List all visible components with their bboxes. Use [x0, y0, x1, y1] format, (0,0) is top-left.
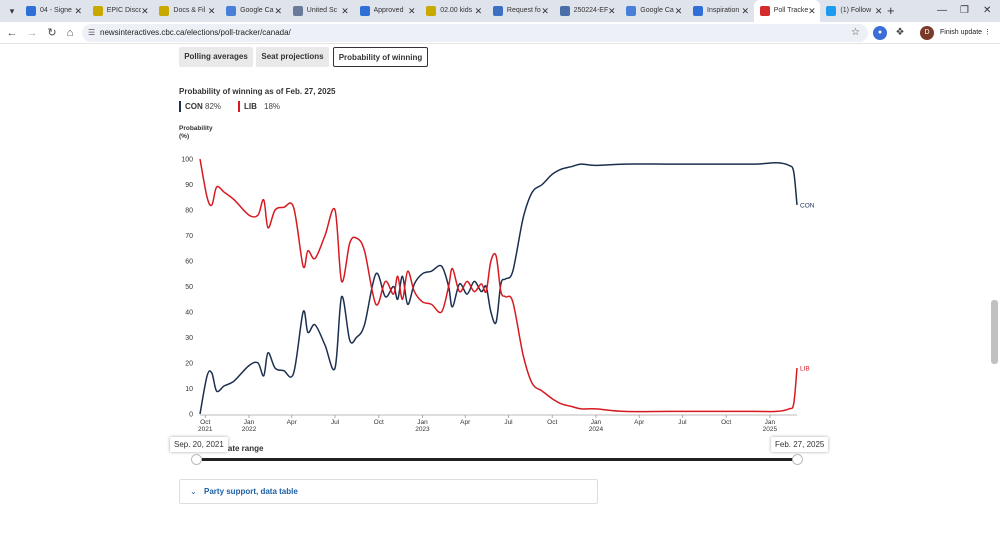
x-tick-label: Jul	[504, 419, 513, 426]
x-tick-label: Oct	[200, 419, 210, 426]
accordion-label: Party support, data table	[204, 487, 298, 496]
x-tick-year-label: 2023	[415, 426, 430, 433]
x-tick-label: Apr	[460, 419, 471, 426]
x-tick-label: Jul	[678, 419, 687, 426]
series-end-label-lib: LIB	[800, 366, 810, 373]
x-tick-label: Jul	[331, 419, 340, 426]
series-line-con	[199, 162, 798, 415]
date-range-label: date range	[223, 444, 264, 453]
range-end-handle[interactable]	[792, 454, 803, 465]
y-tick-label: 50	[185, 284, 193, 291]
y-tick-label: 70	[185, 233, 193, 240]
range-start-date: Sep. 20, 2021	[170, 437, 228, 452]
x-tick-label: Jan	[244, 419, 255, 426]
x-tick-label: Oct	[547, 419, 557, 426]
y-tick-label: 30	[185, 335, 193, 342]
x-tick-label: Oct	[721, 419, 731, 426]
y-tick-label: 10	[185, 386, 193, 393]
date-range-track[interactable]	[196, 458, 797, 461]
x-tick-year-label: 2021	[198, 426, 213, 433]
y-tick-label: 40	[185, 310, 193, 317]
y-tick-label: 0	[189, 412, 193, 419]
y-tick-label: 100	[181, 157, 193, 164]
y-tick-label: 90	[185, 182, 193, 189]
x-tick-year-label: 2025	[763, 426, 778, 433]
x-tick-year-label: 2022	[242, 426, 257, 433]
y-tick-label: 60	[185, 259, 193, 266]
party-support-accordion[interactable]: ⌄ Party support, data table	[179, 479, 598, 504]
x-tick-year-label: 2024	[589, 426, 604, 433]
x-tick-label: Oct	[374, 419, 384, 426]
x-tick-label: Apr	[634, 419, 645, 426]
series-line-lib	[199, 158, 798, 413]
x-tick-label: Apr	[287, 419, 298, 426]
y-tick-label: 20	[185, 361, 193, 368]
x-tick-label: Jan	[591, 419, 602, 426]
series-end-label-con: CON	[800, 202, 815, 209]
x-tick-label: Jan	[417, 419, 428, 426]
range-end-date: Feb. 27, 2025	[771, 437, 829, 452]
page-scrollbar[interactable]	[991, 300, 998, 364]
x-tick-label: Jan	[765, 419, 776, 426]
chevron-down-icon: ⌄	[190, 487, 197, 496]
range-start-handle[interactable]	[191, 454, 202, 465]
y-tick-label: 80	[185, 208, 193, 215]
